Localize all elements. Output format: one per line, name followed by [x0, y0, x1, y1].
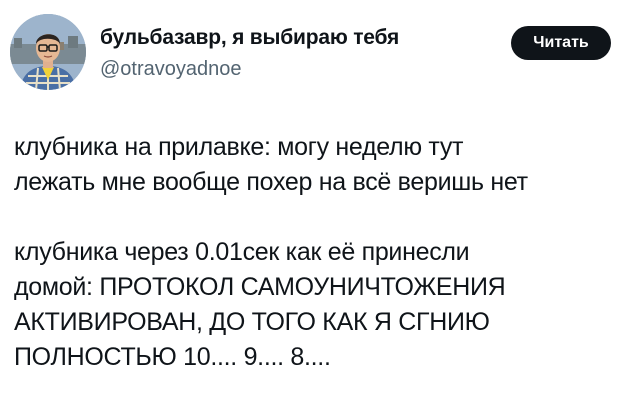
- tweet-text: клубника на прилавке: могу неделю тут ле…: [14, 133, 528, 371]
- avatar[interactable]: [10, 14, 86, 90]
- follow-button[interactable]: Читать: [511, 26, 611, 60]
- avatar-photo-icon: [10, 14, 86, 90]
- author-name[interactable]: бульбазавр, я выбираю тебя: [100, 26, 399, 50]
- author-handle[interactable]: @otravoyadnoe: [100, 58, 242, 81]
- tweet-card: бульбазавр, я выбираю тебя @otravoyadnoe…: [0, 0, 640, 420]
